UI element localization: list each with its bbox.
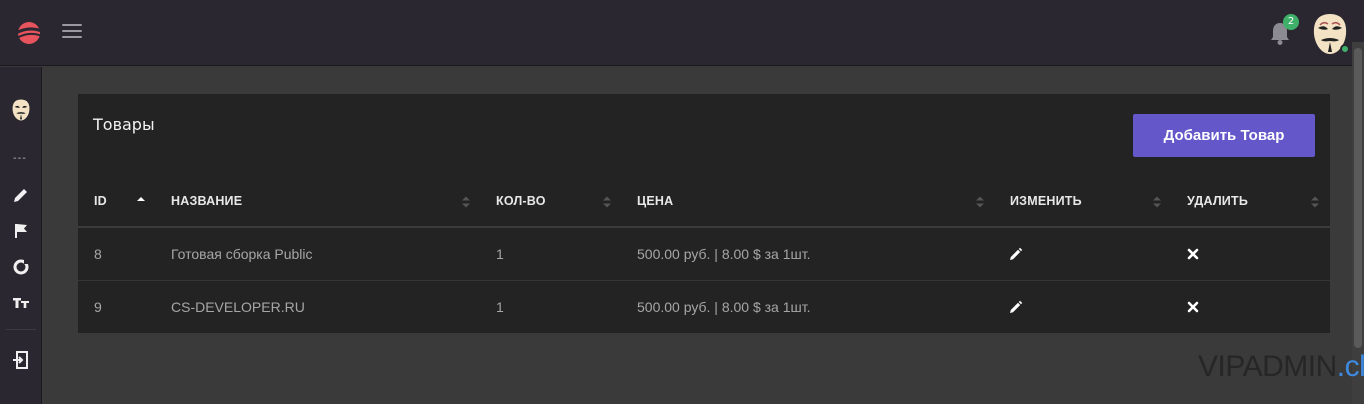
- watermark: VIPADMIN.club: [1198, 350, 1364, 384]
- pencil-icon[interactable]: [11, 185, 31, 205]
- sidebar-avatar[interactable]: [10, 97, 32, 123]
- sort-both-icon[interactable]: [975, 194, 985, 210]
- topbar: 2: [0, 0, 1364, 66]
- sort-both-icon[interactable]: [602, 194, 612, 210]
- table-cell-price: 500.00 руб. | 8.00 $ за 1шт.: [637, 299, 811, 315]
- table-cell-id: 9: [94, 299, 102, 315]
- online-status-dot: [1340, 44, 1350, 54]
- add-product-button[interactable]: Добавить Товар: [1133, 114, 1315, 157]
- scrollbar-thumb[interactable]: [1354, 48, 1362, 348]
- products-card: Товары Добавить Товар ID НАЗВАНИЕ КОЛ-ВО…: [78, 94, 1330, 333]
- table-cell-name: Готовая сборка Public: [171, 246, 313, 262]
- table-row-divider: [78, 280, 1330, 281]
- delete-icon[interactable]: [1186, 247, 1200, 261]
- watermark-text: VIPADMIN: [1198, 350, 1337, 383]
- table-header-divider: [78, 226, 1330, 228]
- edit-icon[interactable]: [1009, 300, 1023, 314]
- table-cell-price: 500.00 руб. | 8.00 $ за 1шт.: [637, 246, 811, 262]
- table-cell-qty: 1: [496, 299, 504, 315]
- sort-asc-icon[interactable]: [136, 194, 146, 210]
- delete-icon[interactable]: [1186, 300, 1200, 314]
- sort-both-icon[interactable]: [461, 194, 471, 210]
- sidebar: ---: [0, 67, 42, 404]
- column-header-qty[interactable]: КОЛ-ВО: [496, 194, 546, 208]
- sidebar-divider: [6, 329, 36, 330]
- sidebar-separator-dots: ---: [13, 153, 27, 164]
- table-cell-qty: 1: [496, 246, 504, 262]
- column-header-name[interactable]: НАЗВАНИЕ: [171, 194, 242, 208]
- page-title: Товары: [93, 115, 155, 134]
- flag-icon[interactable]: [11, 221, 31, 241]
- table-cell-id: 8: [94, 246, 102, 262]
- logo-icon[interactable]: [12, 19, 46, 47]
- column-header-edit[interactable]: ИЗМЕНИТЬ: [1010, 194, 1082, 208]
- logout-icon[interactable]: [11, 350, 31, 370]
- watermark-domain: .club: [1336, 350, 1364, 383]
- edit-icon[interactable]: [1009, 247, 1023, 261]
- column-header-id[interactable]: ID: [94, 194, 107, 208]
- sort-both-icon[interactable]: [1152, 194, 1162, 210]
- notification-badge: 2: [1283, 14, 1299, 30]
- table-cell-name: CS-DEVELOPER.RU: [171, 299, 305, 315]
- refresh-icon[interactable]: [11, 257, 31, 277]
- menu-toggle-icon[interactable]: [62, 24, 82, 42]
- column-header-delete[interactable]: УДАЛИТЬ: [1187, 194, 1248, 208]
- text-size-icon[interactable]: [11, 292, 31, 312]
- column-header-price[interactable]: ЦЕНА: [637, 194, 673, 208]
- sort-both-icon[interactable]: [1310, 194, 1320, 210]
